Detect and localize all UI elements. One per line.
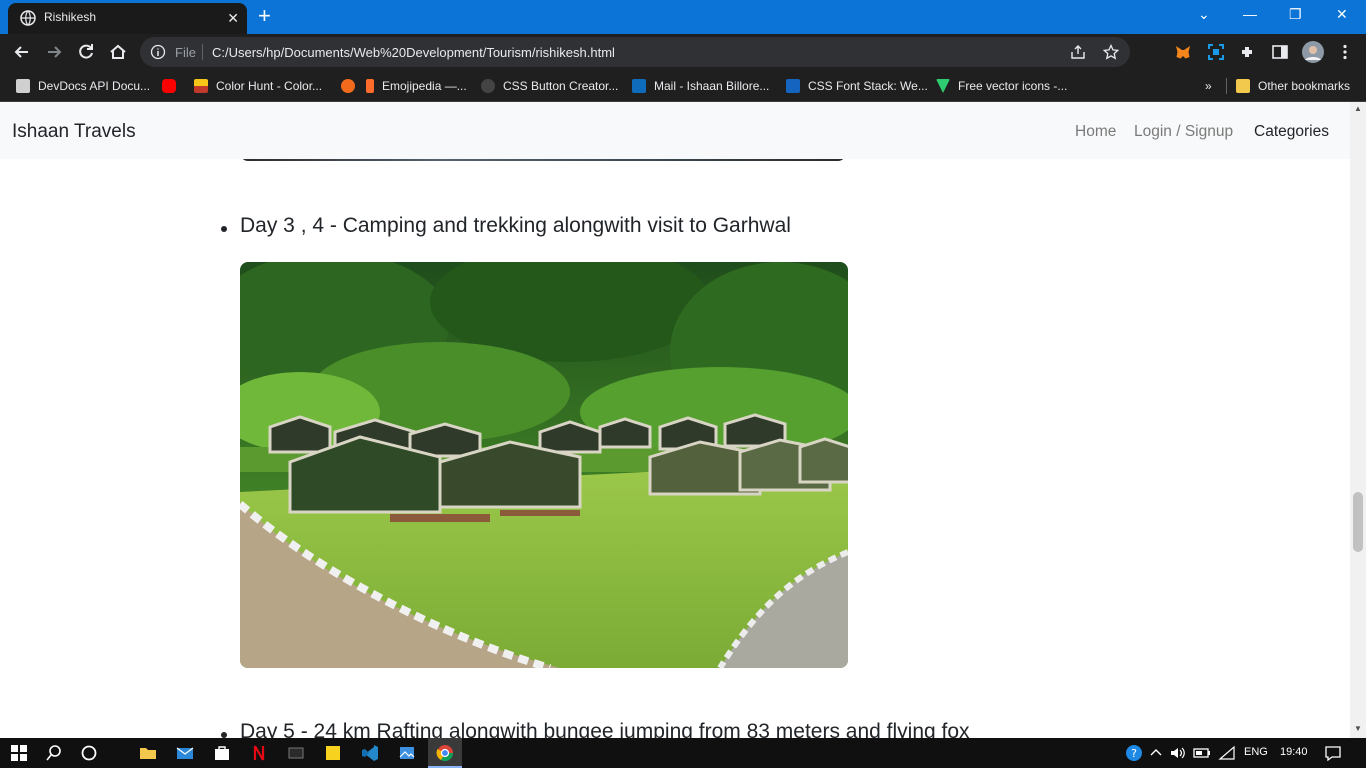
bookmark-colorhunt[interactable]: Color Hunt - Color... (194, 78, 322, 94)
address-scheme-label: File (175, 45, 196, 60)
svg-text:?: ? (1131, 747, 1137, 760)
bookmarks-overflow-icon[interactable]: » (1205, 78, 1212, 94)
netflix-icon[interactable] (250, 744, 268, 762)
itinerary-item: Day 5 - 24 km Rafting alongwith bungee j… (240, 720, 970, 738)
tab-search-icon[interactable]: ⌄ (1198, 4, 1210, 24)
bookmark-outlook[interactable]: Mail - Ishaan Billore... (632, 78, 769, 94)
nav-home-link[interactable]: Home (1075, 123, 1116, 141)
address-url[interactable]: C:/Users/hp/Documents/Web%20Development/… (212, 45, 615, 60)
css-button-icon (481, 79, 495, 93)
site-navbar: Ishaan Travels Home Login / Signup Categ… (0, 102, 1350, 159)
bookmark-emojipedia[interactable]: Emojipedia —... (366, 78, 467, 94)
bookmark-label: CSS Font Stack: We... (808, 79, 928, 93)
other-bookmarks[interactable]: Other bookmarks (1236, 78, 1350, 94)
colorhunt-icon (194, 79, 208, 93)
notifications-icon[interactable] (1324, 744, 1342, 762)
mail-icon[interactable] (176, 744, 194, 762)
fontstack-icon (786, 79, 800, 93)
other-bookmarks-label: Other bookmarks (1258, 79, 1351, 93)
scroll-down-icon[interactable]: ▼ (1354, 724, 1362, 733)
share-icon[interactable] (1070, 44, 1086, 60)
file-explorer-icon[interactable] (139, 744, 157, 762)
search-icon[interactable] (45, 744, 63, 762)
vscode-icon[interactable] (361, 744, 379, 762)
bookmark-label: Free vector icons -... (958, 79, 1068, 93)
bookmark-feedly[interactable] (341, 78, 363, 94)
bookmark-youtube[interactable] (162, 78, 184, 94)
bookmark-label: Color Hunt - Color... (216, 79, 323, 93)
sticky-notes-icon[interactable] (324, 744, 342, 762)
nav-login-signup-link[interactable]: Login / Signup (1134, 123, 1233, 141)
address-separator (202, 44, 203, 60)
app-icon[interactable] (287, 744, 305, 762)
language-indicator[interactable]: ENG (1244, 746, 1268, 758)
vector-icons-icon (936, 79, 950, 93)
bookmark-devdocs[interactable]: DevDocs API Docu... (16, 78, 150, 94)
screenshot-icon[interactable] (1207, 43, 1225, 61)
emojipedia-icon (366, 79, 374, 93)
tab-title: Rishikesh (44, 10, 97, 24)
home-icon[interactable] (108, 42, 128, 62)
outlook-icon (632, 79, 646, 93)
bookmark-fontstack[interactable]: CSS Font Stack: We... (786, 78, 928, 94)
chevron-up-icon[interactable] (1147, 744, 1165, 762)
bookmark-label: DevDocs API Docu... (38, 79, 151, 93)
info-icon[interactable] (150, 44, 166, 60)
scroll-up-icon[interactable]: ▲ (1354, 104, 1362, 113)
volume-icon[interactable] (1169, 744, 1187, 762)
metamask-icon[interactable] (1174, 43, 1192, 61)
photos-icon[interactable] (398, 744, 416, 762)
bookmark-label: Emojipedia —... (382, 79, 467, 93)
address-bar[interactable]: File C:/Users/hp/Documents/Web%20Develop… (140, 37, 1130, 67)
forward-icon[interactable] (44, 42, 64, 62)
bookmarks-divider (1226, 78, 1227, 94)
bookmarks-bar: DevDocs API Docu... Color Hunt - Color..… (0, 70, 1366, 102)
youtube-icon (162, 79, 176, 93)
page-scrollbar[interactable]: ▲ ▼ (1350, 102, 1366, 738)
menu-icon[interactable] (1336, 43, 1354, 61)
devdocs-icon (16, 79, 30, 93)
browser-toolbar: File C:/Users/hp/Documents/Web%20Develop… (0, 34, 1366, 70)
bookmark-label: Mail - Ishaan Billore... (654, 79, 770, 93)
windows-start-icon[interactable] (10, 744, 28, 762)
battery-icon[interactable] (1193, 744, 1211, 762)
web-page: Ishaan Travels Home Login / Signup Categ… (0, 102, 1350, 738)
wifi-icon[interactable] (1218, 744, 1236, 762)
bookmark-css-button[interactable]: CSS Button Creator... (481, 78, 618, 94)
itinerary-item: Day 3 , 4 - Camping and trekking alongwi… (240, 214, 791, 237)
clock[interactable]: 19:40 (1280, 746, 1308, 758)
nav-categories-link[interactable]: Categories (1254, 123, 1329, 141)
extensions-icon[interactable] (1239, 43, 1257, 61)
close-window-button[interactable]: ✕ (1336, 4, 1348, 24)
chrome-taskbar-button[interactable] (428, 738, 462, 768)
side-panel-icon[interactable] (1271, 43, 1289, 61)
browser-tab-bar: Rishikesh ✕ + ⌄ — ❐ ✕ (0, 0, 1366, 34)
feedly-icon (341, 79, 355, 93)
store-icon[interactable] (213, 744, 231, 762)
back-icon[interactable] (12, 42, 32, 62)
profile-avatar-icon[interactable] (1302, 41, 1324, 63)
minimize-button[interactable]: — (1243, 4, 1257, 24)
bookmark-label: CSS Button Creator... (503, 79, 619, 93)
cortana-icon[interactable] (80, 744, 98, 762)
site-brand[interactable]: Ishaan Travels (12, 121, 136, 143)
tab-close-icon[interactable]: ✕ (227, 9, 239, 27)
browser-tab[interactable]: Rishikesh ✕ (8, 3, 247, 34)
star-icon[interactable] (1103, 44, 1119, 60)
windows-taskbar: ? ENG 19:40 (0, 738, 1366, 768)
reload-icon[interactable] (76, 42, 96, 62)
camping-tents-photo (240, 262, 848, 668)
list-bullet (221, 226, 227, 232)
globe-icon (20, 10, 36, 26)
scroll-thumb[interactable] (1353, 492, 1363, 552)
folder-icon (1236, 79, 1250, 93)
bookmark-vector-icons[interactable]: Free vector icons -... (936, 78, 1067, 94)
new-tab-button[interactable]: + (258, 5, 271, 27)
chrome-icon (436, 745, 454, 762)
restore-button[interactable]: ❐ (1289, 4, 1302, 24)
help-icon[interactable]: ? (1125, 744, 1143, 762)
